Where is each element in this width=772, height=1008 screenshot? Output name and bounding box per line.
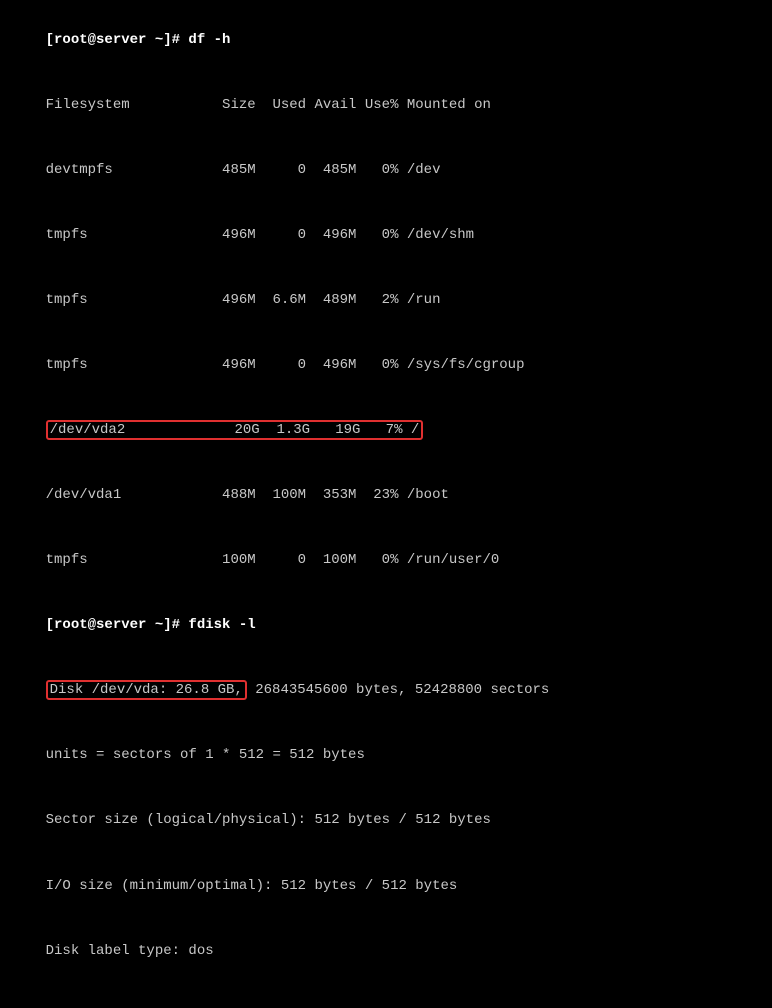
- vda1-line: /dev/vda1 488M 100M 353M 23% /boot: [12, 463, 760, 528]
- cmd-fdisk-text: [root@server ~]# fdisk -l: [46, 617, 256, 633]
- io-size-line: I/O size (minimum/optimal): 512 bytes / …: [12, 854, 760, 919]
- disk-id-line: Disk identifier: 0x000cl3ce: [12, 984, 760, 1008]
- devtmpfs-line: devtmpfs 485M 0 485M 0% /dev: [12, 138, 760, 203]
- vda1-text: /dev/vda1 488M 100M 353M 23% /boot: [46, 487, 449, 503]
- devtmpfs-text: devtmpfs 485M 0 485M 0% /dev: [46, 162, 441, 178]
- terminal-window: [root@server ~]# df -h Filesystem Size U…: [0, 0, 772, 504]
- tmpfs1-line: tmpfs 496M 0 496M 0% /dev/shm: [12, 203, 760, 268]
- disk-label-text: Disk label type: dos: [46, 943, 214, 959]
- units-line: units = sectors of 1 * 512 = 512 bytes: [12, 724, 760, 789]
- disk-highlight: Disk /dev/vda: 26.8 GB,: [46, 680, 247, 700]
- disk-label-line: Disk label type: dos: [12, 919, 760, 984]
- cmd-df-text: [root@server ~]# df -h: [46, 32, 231, 48]
- tmpfs3-text: tmpfs 496M 0 496M 0% /sys/fs/cgroup: [46, 357, 525, 373]
- cmd-fdisk-line: [root@server ~]# fdisk -l: [12, 594, 760, 659]
- df-header-line: Filesystem Size Used Avail Use% Mounted …: [12, 73, 760, 138]
- tmpfs4-line: tmpfs 100M 0 100M 0% /run/user/0: [12, 529, 760, 594]
- units-text: units = sectors of 1 * 512 = 512 bytes: [46, 747, 365, 763]
- sector-size-line: Sector size (logical/physical): 512 byte…: [12, 789, 760, 854]
- cmd-df-line: [root@server ~]# df -h: [12, 8, 760, 73]
- df-header-text: Filesystem Size Used Avail Use% Mounted …: [46, 97, 491, 113]
- disk-info-line: Disk /dev/vda: 26.8 GB, 26843545600 byte…: [12, 659, 760, 724]
- tmpfs2-text: tmpfs 496M 6.6M 489M 2% /run: [46, 292, 441, 308]
- vda2-highlight: /dev/vda2 20G 1.3G 19G 7% /: [46, 420, 424, 440]
- sector-size-text: Sector size (logical/physical): 512 byte…: [46, 812, 491, 828]
- tmpfs2-line: tmpfs 496M 6.6M 489M 2% /run: [12, 268, 760, 333]
- tmpfs3-line: tmpfs 496M 0 496M 0% /sys/fs/cgroup: [12, 333, 760, 398]
- io-size-text: I/O size (minimum/optimal): 512 bytes / …: [46, 878, 458, 894]
- vda2-line: /dev/vda2 20G 1.3G 19G 7% /: [12, 398, 760, 463]
- disk-rest: 26843545600 bytes, 52428800 sectors: [247, 682, 549, 698]
- tmpfs1-text: tmpfs 496M 0 496M 0% /dev/shm: [46, 227, 474, 243]
- tmpfs4-text: tmpfs 100M 0 100M 0% /run/user/0: [46, 552, 500, 568]
